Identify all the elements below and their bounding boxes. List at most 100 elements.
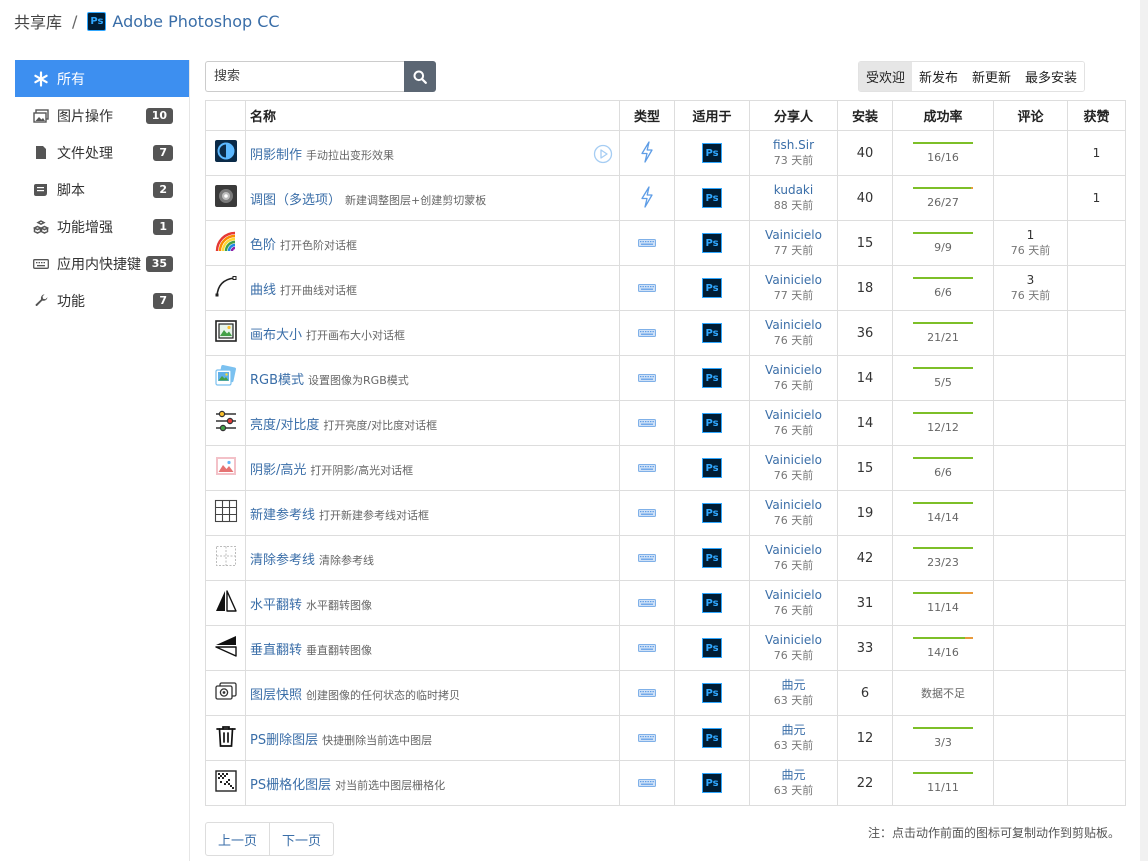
action-icon-cell[interactable] <box>205 715 246 761</box>
action-icon-cell[interactable] <box>205 445 246 491</box>
search-input[interactable] <box>205 61 404 92</box>
sharer-link[interactable]: fish.Sir <box>750 137 837 153</box>
action-icon-cell[interactable] <box>205 265 246 311</box>
action-title-link[interactable]: 阴影/高光 <box>250 463 306 478</box>
shadow-warp-icon[interactable] <box>214 139 238 163</box>
next-page-button[interactable]: 下一页 <box>269 823 333 855</box>
snapshot-icon[interactable] <box>214 679 238 703</box>
action-icon-cell[interactable] <box>205 760 246 806</box>
action-title-link[interactable]: 图层快照 <box>250 688 302 703</box>
sidebar-item[interactable]: 图片操作 10 <box>15 97 189 134</box>
grid-icon[interactable] <box>214 499 238 523</box>
action-icon-cell[interactable] <box>205 355 246 401</box>
success-rate: 6/6 <box>913 456 973 479</box>
action-title-link[interactable]: 新建参考线 <box>250 508 315 523</box>
sharer-link[interactable]: Vainicielo <box>750 542 837 558</box>
header-name[interactable]: 名称 <box>245 100 620 131</box>
sort-tab[interactable]: 最多安装 <box>1018 62 1085 91</box>
action-title-link[interactable]: 清除参考线 <box>250 553 315 568</box>
sharer-link[interactable]: Vainicielo <box>750 587 837 603</box>
clear-guides-icon[interactable] <box>214 544 238 568</box>
header-installs[interactable]: 安装 <box>837 100 893 131</box>
search-button[interactable] <box>404 61 436 92</box>
action-title-link[interactable]: 画布大小 <box>250 328 302 343</box>
action-title-link[interactable]: 曲线 <box>250 283 276 298</box>
action-icon-cell[interactable] <box>205 535 246 581</box>
action-title-link[interactable]: RGB模式 <box>250 373 304 388</box>
sidebar-item[interactable]: 文件处理 7 <box>15 134 189 171</box>
action-title-link[interactable]: 调图（多选项） <box>250 193 341 208</box>
header-likes[interactable]: 获赞 <box>1067 100 1126 131</box>
success-rate-text: 21/21 <box>927 330 959 344</box>
prev-page-button[interactable]: 上一页 <box>206 823 269 855</box>
sort-tab[interactable]: 受欢迎 <box>859 62 913 91</box>
canvas-size-icon[interactable] <box>214 319 238 343</box>
comment-count[interactable]: 3 <box>994 272 1067 288</box>
sidebar-item-count: 2 <box>153 181 173 198</box>
success-rate-cell: 14/14 <box>892 490 994 536</box>
action-icon-cell[interactable] <box>205 220 246 266</box>
sidebar-item[interactable]: 功能 7 <box>15 282 189 319</box>
installs-cell: 40 <box>837 175 893 221</box>
trash-icon[interactable] <box>214 724 238 748</box>
share-time: 77 天前 <box>773 244 814 257</box>
install-count: 31 <box>856 595 874 611</box>
comment-count[interactable]: 1 <box>994 227 1067 243</box>
sharer-link[interactable]: 曲元 <box>750 722 837 738</box>
play-icon[interactable] <box>593 144 613 168</box>
sharer-link[interactable]: Vainicielo <box>750 452 837 468</box>
header-type[interactable]: 类型 <box>619 100 675 131</box>
sharer-link[interactable]: Vainicielo <box>750 497 837 513</box>
action-title-link[interactable]: 水平翻转 <box>250 598 302 613</box>
sliders-icon[interactable] <box>214 409 238 433</box>
sidebar-item[interactable]: 所有 <box>15 60 189 97</box>
sharer-link[interactable]: 曲元 <box>750 677 837 693</box>
action-icon-cell[interactable] <box>205 580 246 626</box>
action-title-link[interactable]: PS删除图层 <box>250 733 318 748</box>
scrollbar[interactable] <box>1140 0 1148 861</box>
sharer-link[interactable]: Vainicielo <box>750 272 837 288</box>
sort-tab[interactable]: 新更新 <box>965 62 1019 91</box>
sharer-link[interactable]: 曲元 <box>750 767 837 783</box>
action-icon-cell[interactable] <box>205 670 246 716</box>
sharer-link[interactable]: Vainicielo <box>750 632 837 648</box>
action-icon-cell[interactable] <box>205 130 246 176</box>
curves-icon[interactable] <box>214 274 238 298</box>
sharer-link[interactable]: Vainicielo <box>750 407 837 423</box>
sharer-link[interactable]: Vainicielo <box>750 362 837 378</box>
shadow-highlight-icon[interactable] <box>214 454 238 478</box>
adjust-photo-icon[interactable] <box>214 184 238 208</box>
sharer-link[interactable]: kudaki <box>750 182 837 198</box>
header-icon <box>205 100 246 131</box>
sort-tab[interactable]: 新发布 <box>912 62 966 91</box>
rgb-mode-icon[interactable] <box>214 364 238 388</box>
header-comments[interactable]: 评论 <box>993 100 1068 131</box>
breadcrumb-app[interactable]: Ps Adobe Photoshop CC <box>87 11 280 31</box>
action-icon-cell[interactable] <box>205 400 246 446</box>
success-rate: 3/3 <box>913 726 973 749</box>
breadcrumb-root[interactable]: 共享库 <box>14 9 62 33</box>
action-icon-cell[interactable] <box>205 310 246 356</box>
sharer-link[interactable]: Vainicielo <box>750 227 837 243</box>
success-rate-text: 16/16 <box>927 150 959 164</box>
sidebar-item-label: 功能增强 <box>57 219 113 236</box>
action-icon-cell[interactable] <box>205 175 246 221</box>
sharer-link[interactable]: Vainicielo <box>750 317 837 333</box>
sidebar-item[interactable]: 功能增强 1 <box>15 208 189 245</box>
action-title-link[interactable]: 垂直翻转 <box>250 643 302 658</box>
action-title-link[interactable]: 色阶 <box>250 238 276 253</box>
action-icon-cell[interactable] <box>205 490 246 536</box>
action-title-link[interactable]: 亮度/对比度 <box>250 418 319 433</box>
header-applies-to[interactable]: 适用于 <box>674 100 750 131</box>
action-title-link[interactable]: PS栅格化图层 <box>250 778 331 793</box>
header-sharer[interactable]: 分享人 <box>749 100 838 131</box>
header-success-rate[interactable]: 成功率 <box>892 100 994 131</box>
sidebar-item[interactable]: 应用内快捷键 35 <box>15 245 189 282</box>
action-icon-cell[interactable] <box>205 625 246 671</box>
action-title-link[interactable]: 阴影制作 <box>250 148 302 163</box>
levels-icon[interactable] <box>214 229 238 253</box>
rasterize-icon[interactable] <box>214 769 238 793</box>
sidebar-item[interactable]: 脚本 2 <box>15 171 189 208</box>
flip-vertical-icon[interactable] <box>214 634 238 658</box>
flip-horizontal-icon[interactable] <box>214 589 238 613</box>
